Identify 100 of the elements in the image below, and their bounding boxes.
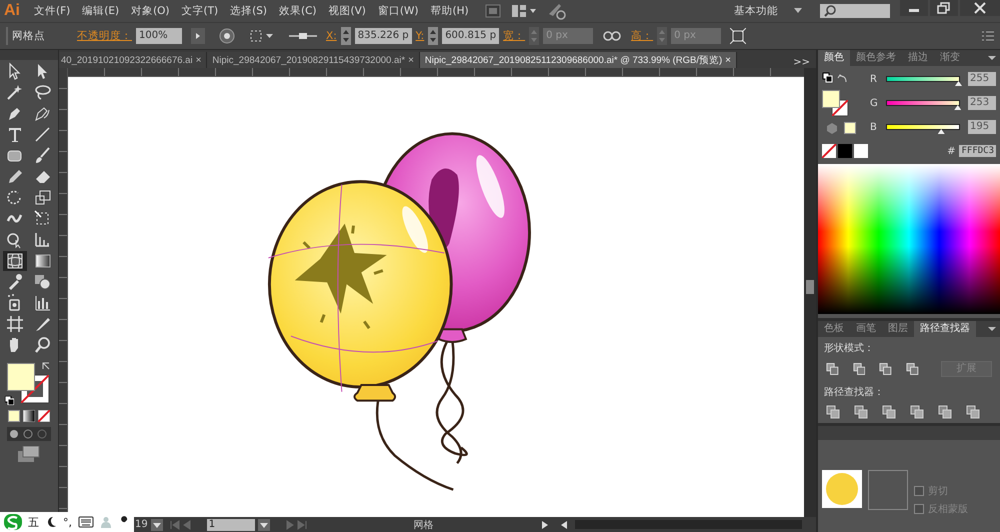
mesh-icon xyxy=(5,251,25,271)
opacity-link[interactable]: 不透明度： xyxy=(77,29,132,43)
shape-mode-button[interactable] xyxy=(906,362,919,376)
link-icon[interactable] xyxy=(602,29,622,43)
channel-value-field[interactable]: 195 xyxy=(968,120,996,134)
checkbox[interactable] xyxy=(914,486,924,496)
panel-menu-icon[interactable] xyxy=(988,54,996,62)
shape-mode-button[interactable] xyxy=(852,362,866,376)
hex-field[interactable]: FFFDC3 xyxy=(959,145,996,157)
menu-item[interactable]: 帮助(H) xyxy=(424,4,475,18)
menu-item[interactable]: 对象(O) xyxy=(125,4,176,18)
last-color-swatch[interactable] xyxy=(844,122,856,134)
shape-mode-button[interactable] xyxy=(826,362,839,376)
tab-close-button[interactable]: × xyxy=(196,54,202,66)
slider-thumb[interactable] xyxy=(955,81,962,86)
bridge-icon[interactable] xyxy=(484,4,501,18)
panel-tab[interactable]: 图层 xyxy=(882,321,914,337)
status-text: 网格 xyxy=(414,518,434,532)
tabs-overflow-button[interactable]: >> xyxy=(787,57,816,68)
moon-icon[interactable] xyxy=(45,516,57,528)
x-field[interactable]: 835.226 p xyxy=(354,28,412,44)
default-colors-icon[interactable] xyxy=(5,396,14,405)
checkbox[interactable] xyxy=(914,504,924,514)
pathfinder-button[interactable] xyxy=(882,405,896,419)
document-tab[interactable]: Nipic_29842067_20190829115439732000.ai* × xyxy=(207,52,420,68)
style-icon[interactable] xyxy=(219,28,235,44)
channel-value-field[interactable]: 253 xyxy=(968,96,996,110)
zoom-field[interactable]: 19 xyxy=(135,519,148,530)
panel-tab[interactable]: 颜色参考 xyxy=(850,50,902,66)
panel-tab[interactable]: 画笔 xyxy=(850,321,882,337)
tab-close-button[interactable]: × xyxy=(408,54,414,66)
tab-close-button[interactable]: × xyxy=(725,54,732,66)
y-field[interactable]: 600.815 p xyxy=(442,28,500,44)
panel-menu-icon[interactable] xyxy=(982,31,994,41)
menu-item[interactable]: 文字(T) xyxy=(176,4,224,18)
slider-thumb[interactable] xyxy=(938,129,945,134)
menu-item[interactable]: 文件(F) xyxy=(28,4,76,18)
caret-icon[interactable] xyxy=(794,8,802,14)
menu-item[interactable]: 选择(S) xyxy=(224,4,273,18)
fill-swatch[interactable] xyxy=(822,90,840,108)
opacity-field[interactable]: 100% xyxy=(136,28,182,44)
pathfinder-button[interactable] xyxy=(966,405,980,419)
search-field[interactable] xyxy=(820,4,890,18)
minimize-button[interactable] xyxy=(900,0,928,16)
transform-icon[interactable] xyxy=(730,28,746,44)
menu-item[interactable]: 效果(C) xyxy=(273,4,323,18)
dropdown-button[interactable] xyxy=(258,518,270,530)
pathfinder-button[interactable] xyxy=(910,405,924,419)
stepper-icon[interactable] xyxy=(428,27,438,45)
dropdown-button[interactable] xyxy=(150,518,163,530)
swatch-row[interactable] xyxy=(822,144,868,158)
height-label[interactable]: 高： xyxy=(631,29,654,43)
ime-punctuation-button[interactable]: °, xyxy=(63,516,72,528)
tool-button[interactable] xyxy=(3,251,27,271)
panel-tab[interactable]: 颜色 xyxy=(818,50,850,66)
sync-icon[interactable] xyxy=(546,2,567,20)
vertical-scrollbar[interactable] xyxy=(804,68,816,517)
color-spectrum[interactable] xyxy=(818,164,1000,314)
stepper-icon[interactable] xyxy=(340,27,351,45)
ime-logo-icon[interactable] xyxy=(4,514,22,530)
close-button[interactable] xyxy=(960,0,1000,16)
flyout-button[interactable] xyxy=(191,28,205,44)
menu-item[interactable]: 窗口(W) xyxy=(372,4,424,18)
menu-item[interactable]: 视图(V) xyxy=(322,4,372,18)
x-label[interactable]: X: xyxy=(326,30,337,42)
panel-tab[interactable]: 渐变 xyxy=(934,50,966,66)
panel-menu-icon[interactable] xyxy=(988,325,996,333)
document-tab[interactable]: 40_20191021092322666676.ai × xyxy=(59,52,208,68)
section-label: 路径查找器： xyxy=(823,386,885,400)
play-icon[interactable] xyxy=(540,520,549,530)
slider-thumb[interactable] xyxy=(954,105,962,110)
draw-mode-buttons[interactable] xyxy=(7,427,51,441)
page-field[interactable]: 1 xyxy=(206,518,255,530)
fill-swatch[interactable] xyxy=(7,363,35,391)
screen-mode-button[interactable] xyxy=(18,446,40,462)
pathfinder-button[interactable] xyxy=(826,405,840,419)
ime-layout-button[interactable]: 五 xyxy=(28,514,39,530)
pathfinder-button[interactable] xyxy=(938,405,952,419)
align-icon[interactable] xyxy=(289,30,317,42)
y-label[interactable]: Y: xyxy=(416,30,424,42)
channel-label: B xyxy=(870,122,878,132)
menu-item[interactable]: 编辑(E) xyxy=(76,4,126,18)
pathfinder-button[interactable] xyxy=(854,405,868,419)
workspace-switcher[interactable]: 基本功能 xyxy=(734,4,778,18)
selection-label: 网格点 xyxy=(12,29,45,43)
channel-value-field[interactable]: 255 xyxy=(968,72,996,86)
scroll-left-icon[interactable] xyxy=(560,520,568,530)
none-mode-button[interactable] xyxy=(38,410,50,422)
arrange-icon[interactable] xyxy=(510,4,537,18)
keyboard-icon[interactable] xyxy=(78,516,94,528)
document-tab[interactable]: Nipic_29842067_20190825112309686000.ai* @ 733.99% (RGB/预览) × xyxy=(420,52,738,68)
restore-button[interactable] xyxy=(930,0,958,16)
width-label[interactable]: 宽： xyxy=(503,29,526,43)
color-mode-button[interactable] xyxy=(8,410,20,422)
reference-point-icon[interactable] xyxy=(249,29,275,43)
panel-tab[interactable]: 色板 xyxy=(818,321,850,337)
shape-mode-button[interactable] xyxy=(879,362,892,376)
panel-tab[interactable]: 路径查找器 xyxy=(914,321,976,337)
gradient-mode-button[interactable] xyxy=(23,410,35,422)
panel-tab[interactable]: 描边 xyxy=(902,50,934,66)
